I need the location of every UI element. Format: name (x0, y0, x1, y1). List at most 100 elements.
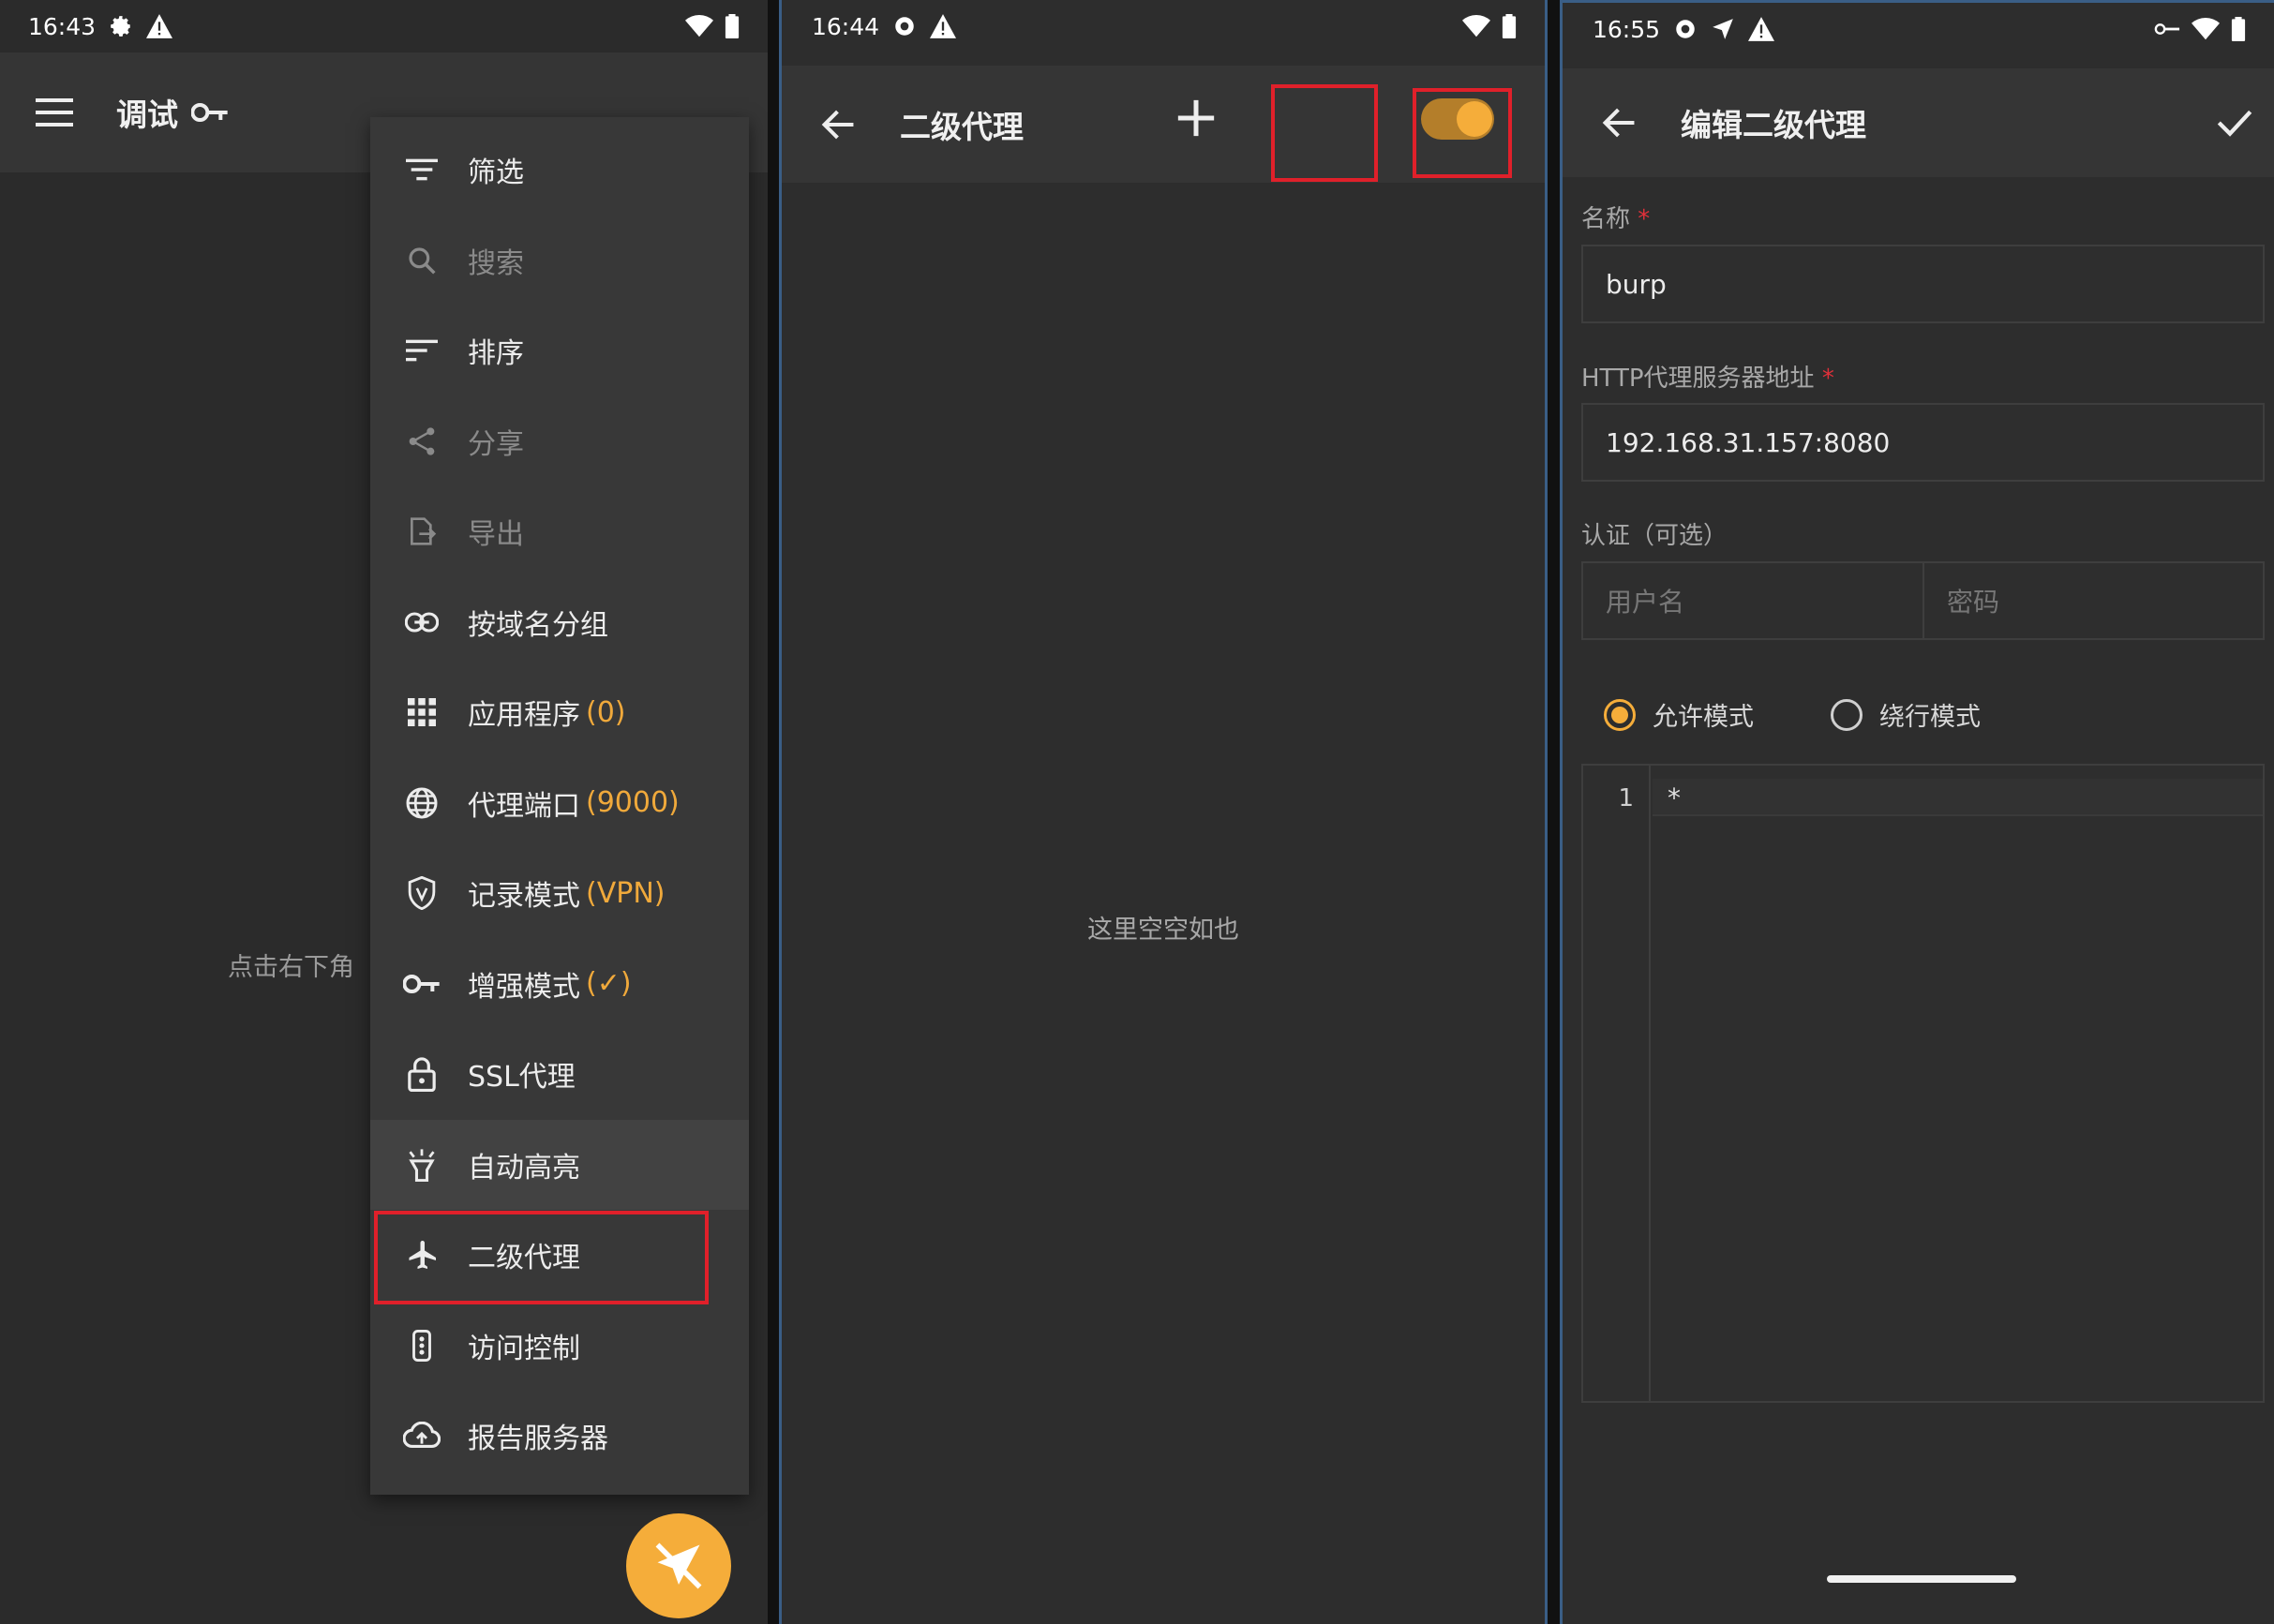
add-proxy-button[interactable] (1168, 90, 1224, 146)
status-time: 16:43 (28, 12, 97, 40)
battery-icon (2231, 17, 2246, 41)
menu-item-3[interactable]: 分享 (370, 396, 749, 487)
phone-panel-debug: 16:43 调试 点击右下角 筛选 搜索 排序 分享 导出 按域名分组 应用程序 (0) 代理端… (0, 0, 768, 1624)
wifi-icon (685, 15, 713, 37)
menu-item-label: 按域名分组 (468, 608, 608, 642)
menu-item-13[interactable]: 访问控制 (370, 1301, 749, 1392)
warning-icon (1748, 17, 1775, 41)
home-indicator[interactable] (1827, 1575, 2016, 1583)
username-field[interactable]: 用户名 (1581, 561, 1924, 640)
menu-item-4[interactable]: 导出 (370, 486, 749, 577)
battery-icon (1502, 14, 1517, 38)
radio-allow-mode[interactable]: 允许模式 (1604, 696, 1754, 733)
fab-start-capture-button[interactable] (626, 1513, 731, 1618)
http-proxy-field[interactable]: 192.168.31.157:8080 (1581, 403, 2265, 482)
menu-item-label: 增强模式 (468, 970, 580, 1004)
menu-item-10[interactable]: SSL代理 (370, 1029, 749, 1120)
rule-editor[interactable]: 1 * (1581, 764, 2265, 1403)
back-arrow-icon[interactable] (1602, 107, 1638, 139)
editor-line-number: 1 (1618, 784, 1634, 812)
highlight-box-secondary-proxy (374, 1211, 709, 1304)
grid-icon (398, 698, 445, 727)
menu-item-value: (✓) (586, 967, 632, 1001)
menu-item-label: 报告服务器 (468, 1423, 608, 1456)
http-proxy-value: 192.168.31.157:8080 (1606, 426, 1891, 458)
menu-item-11[interactable]: 自动高亮 (370, 1119, 749, 1210)
highlight-box-toggle (1413, 88, 1512, 178)
http-proxy-label: HTTP代理服务器地址 * (1581, 365, 1834, 393)
warning-icon (930, 14, 957, 38)
menu-icon[interactable] (36, 97, 73, 127)
radio-bypass-mode[interactable]: 绕行模式 (1831, 696, 1981, 733)
highlight-icon (398, 1148, 445, 1182)
export-icon (398, 515, 445, 547)
search-icon (398, 246, 445, 276)
menu-item-label: SSL代理 (468, 1061, 576, 1095)
allow-mode-label: 允许模式 (1653, 703, 1754, 732)
lock-icon (398, 1056, 445, 1093)
editor-gutter (1583, 766, 1651, 1401)
editor-line-text: * (1668, 782, 1681, 813)
required-mark: * (1821, 365, 1834, 393)
airplane-off-icon (651, 1538, 707, 1594)
status-bar: 16:55 (1563, 3, 2274, 55)
menu-item-label: 分享 (468, 427, 524, 461)
menu-item-5[interactable]: 按域名分组 (370, 577, 749, 668)
editor-current-line (1653, 779, 2263, 816)
sort-icon (398, 339, 445, 362)
gear-icon (109, 14, 133, 38)
globe-icon (398, 786, 445, 820)
app-bar: 编辑二级代理 (1563, 68, 2274, 177)
menu-item-value: (9000) (586, 786, 680, 820)
empty-hint-text: 点击右下角 (228, 953, 354, 982)
name-value: burp (1606, 268, 1667, 300)
auth-label: 认证（可选） (1581, 522, 1728, 550)
menu-item-value: (0) (586, 695, 626, 729)
gear-icon (1673, 17, 1698, 41)
navigation-icon (1711, 17, 1735, 41)
bypass-mode-label: 绕行模式 (1879, 703, 1981, 732)
name-label: 名称 * (1581, 205, 1651, 233)
menu-item-value: (VPN) (586, 876, 666, 910)
traffic-light-icon (398, 1329, 445, 1362)
phone-panel-edit-proxy: 16:55 编辑二级代理 名称 * burp HTTP代理服务器地址 * 192… (1560, 0, 2274, 1624)
radio-allow-circle (1604, 698, 1636, 731)
back-arrow-icon[interactable] (821, 109, 857, 141)
key-icon (191, 102, 229, 123)
link-icon (398, 612, 445, 633)
radio-bypass-circle (1831, 698, 1863, 731)
warning-icon (146, 14, 173, 38)
gear-icon (892, 14, 917, 38)
menu-item-0[interactable]: 筛选 (370, 125, 749, 216)
wifi-icon (2192, 18, 2220, 40)
key-icon (398, 974, 445, 994)
menu-item-14[interactable]: 报告服务器 (370, 1391, 749, 1482)
menu-item-9[interactable]: 增强模式 (✓) (370, 939, 749, 1030)
save-check-button[interactable] (2216, 108, 2253, 138)
menu-item-label: 导出 (468, 518, 524, 552)
menu-item-7[interactable]: 代理端口 (9000) (370, 758, 749, 849)
menu-item-8[interactable]: 记录模式 (VPN) (370, 848, 749, 939)
menu-item-2[interactable]: 排序 (370, 305, 749, 396)
page-title: 编辑二级代理 (1681, 107, 1866, 143)
empty-state-text: 这里空空如也 (1087, 916, 1239, 945)
menu-item-6[interactable]: 应用程序 (0) (370, 667, 749, 758)
menu-item-label: 自动高亮 (468, 1151, 580, 1184)
status-time: 16:55 (1593, 15, 1661, 43)
share-icon (398, 425, 445, 457)
required-mark: * (1638, 205, 1651, 233)
menu-item-label: 代理端口 (468, 789, 580, 823)
phone-panel-secondary-proxy: 16:44 二级代理 这里空空如也 (779, 0, 1548, 1624)
highlight-box-add (1271, 84, 1378, 182)
wifi-icon (1462, 15, 1490, 37)
menu-item-label: 记录模式 (468, 880, 580, 914)
page-title: 调试 (116, 97, 178, 133)
menu-item-label: 排序 (468, 337, 524, 371)
menu-item-label: 筛选 (468, 156, 524, 190)
status-time: 16:44 (812, 12, 880, 40)
password-placeholder: 密码 (1947, 587, 2000, 618)
password-field[interactable]: 密码 (1922, 561, 2265, 640)
name-field[interactable]: burp (1581, 245, 2265, 323)
page-title: 二级代理 (900, 108, 1024, 145)
menu-item-1[interactable]: 搜索 (370, 216, 749, 306)
